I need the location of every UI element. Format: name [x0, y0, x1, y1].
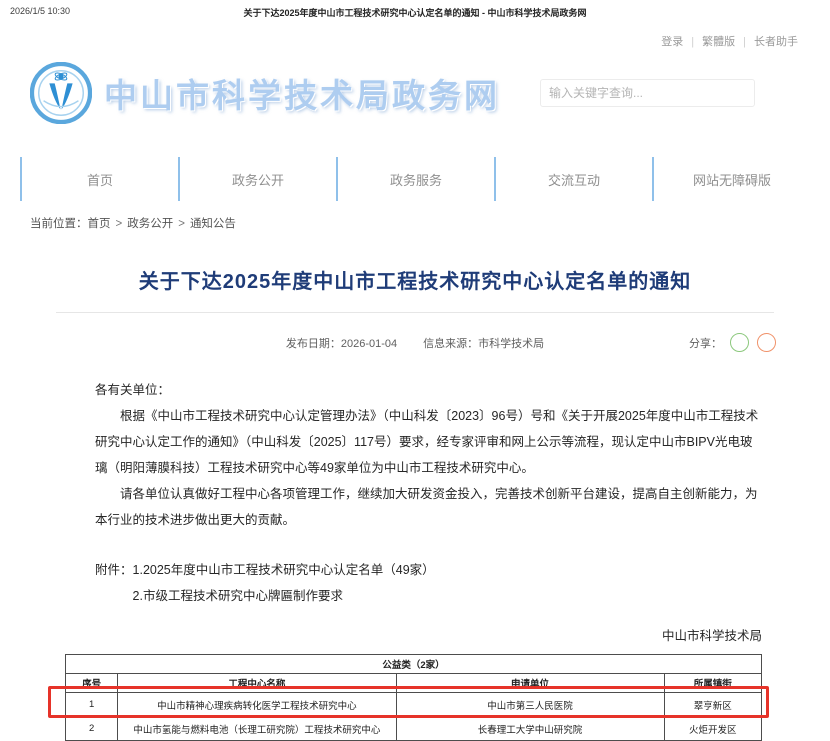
site-header: 中山市科学技术局政务网: [0, 49, 830, 129]
share-bar: 分享：: [689, 333, 776, 352]
breadcrumb-gov-disclosure[interactable]: 政务公开: [127, 218, 173, 230]
table-row-1: 1 中山市精神心理疾病转化医学工程技术研究中心 中山市第三人民医院 翠亨新区: [66, 693, 762, 717]
source: 市科学技术局: [478, 338, 544, 350]
certification-table-wrap: 公益类（2家） 序号 工程中心名称 申请单位 所属镇街 1 中山市精神心理疾病转…: [65, 654, 762, 741]
nav-item-accessibility[interactable]: 网站无障碍版: [652, 157, 810, 201]
article-title: 关于下达2025年度中山市工程技术研究中心认定名单的通知: [68, 265, 762, 294]
article-body: 各有关单位： 根据《中山市工程技术研究中心认定管理办法》（中山科发〔2023〕9…: [95, 377, 762, 533]
nav-item-gov-disclosure[interactable]: 政务公开: [178, 157, 336, 201]
page: { "print_header": { "timestamp": "2026/1…: [0, 0, 830, 639]
utility-bar: 登录|繁體版|长者助手: [0, 19, 830, 49]
article-meta: 发布日期：2026-01-04 信息来源：市科学技术局 分享：: [68, 333, 762, 355]
salutation: 各有关单位：: [95, 377, 762, 403]
print-timestamp: 2026/1/5 10:30: [10, 6, 140, 16]
attachments: 附件： 1.2025年度中山市工程技术研究中心认定名单（49家） 2.市级工程技…: [95, 557, 762, 609]
search-box: [540, 79, 755, 107]
attachments-label: 附件：: [95, 557, 133, 609]
site-logo-icon[interactable]: [30, 62, 92, 124]
publish-date: 2026-01-04: [341, 338, 397, 350]
print-header: 2026/1/5 10:30 关于下达2025年度中山市工程技术研究中心认定名单…: [0, 0, 830, 19]
share-weibo-icon[interactable]: [757, 333, 776, 352]
share-wechat-icon[interactable]: [730, 333, 749, 352]
table-row-2: 2 中山市氢能与燃料电池（长理工研究院）工程技术研究中心 长春理工大学中山研究院…: [66, 717, 762, 741]
breadcrumb: 当前位置：首页>政务公开>通知公告: [30, 215, 830, 231]
paragraph-2: 请各单位认真做好工程中心各项管理工作，继续加大研发资金投入，完善技术创新平台建设…: [95, 481, 762, 533]
nav-item-interaction[interactable]: 交流互动: [494, 157, 652, 201]
col-header-applicant: 申请单位: [396, 674, 664, 693]
column-header-row: 序号 工程中心名称 申请单位 所属镇街: [66, 674, 762, 693]
title-divider: [56, 312, 774, 313]
signature: 中山市科学技术局: [68, 625, 762, 644]
print-page-title: 关于下达2025年度中山市工程技术研究中心认定名单的通知 - 中山市科学技术局政…: [140, 6, 690, 19]
breadcrumb-home[interactable]: 首页: [88, 218, 111, 230]
attachment-2[interactable]: 2.市级工程技术研究中心牌匾制作要求: [133, 583, 435, 609]
col-header-index: 序号: [66, 674, 118, 693]
attachment-1[interactable]: 1.2025年度中山市工程技术研究中心认定名单（49家）: [133, 557, 435, 583]
publish-date-label: 发布日期：: [286, 338, 341, 350]
col-header-district: 所属镇街: [664, 674, 761, 693]
login-link[interactable]: 登录: [661, 36, 683, 48]
article: 关于下达2025年度中山市工程技术研究中心认定名单的通知 发布日期：2026-0…: [0, 265, 830, 741]
elder-assist-link[interactable]: 长者助手: [754, 36, 798, 48]
breadcrumb-label: 当前位置：: [30, 218, 88, 230]
paragraph-1: 根据《中山市工程技术研究中心认定管理办法》（中山科发〔2023〕96号）号和《关…: [95, 403, 762, 481]
group-header-row: 公益类（2家）: [66, 655, 762, 674]
traditional-version-link[interactable]: 繁體版: [702, 36, 735, 48]
site-name[interactable]: 中山市科学技术局政务网: [104, 69, 500, 117]
nav-item-gov-services[interactable]: 政务服务: [336, 157, 494, 201]
col-header-center-name: 工程中心名称: [118, 674, 396, 693]
share-label: 分享：: [689, 335, 722, 351]
certification-table: 公益类（2家） 序号 工程中心名称 申请单位 所属镇街 1 中山市精神心理疾病转…: [65, 654, 762, 741]
nav-item-home[interactable]: 首页: [20, 157, 178, 201]
source-label: 信息来源：: [423, 338, 478, 350]
main-nav: 首页 政务公开 政务服务 交流互动 网站无障碍版: [20, 157, 810, 201]
group-header: 公益类（2家）: [66, 655, 762, 674]
breadcrumb-notices[interactable]: 通知公告: [190, 218, 236, 230]
search-input[interactable]: [540, 79, 755, 107]
